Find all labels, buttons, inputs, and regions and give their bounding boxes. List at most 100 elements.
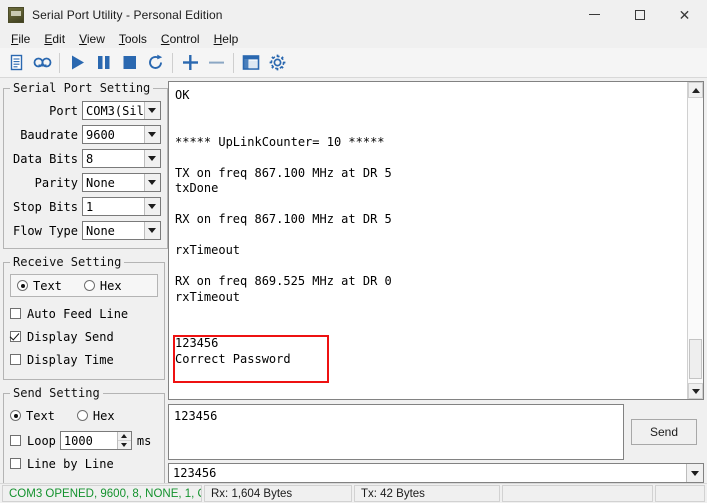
loop-row: Loop 1000 ms — [10, 430, 158, 451]
send-history-dropdown-arrow[interactable] — [686, 464, 703, 482]
record-tape-button[interactable] — [29, 50, 55, 76]
display-time-checkbox[interactable]: Display Time — [10, 349, 158, 370]
minimize-button[interactable] — [572, 0, 617, 29]
send-setting-title: Send Setting — [13, 386, 100, 400]
scroll-track[interactable] — [688, 98, 703, 383]
new-file-icon — [10, 54, 22, 71]
scroll-up-button[interactable] — [688, 82, 703, 98]
parity-dropdown-arrow[interactable] — [143, 174, 160, 191]
parity-select[interactable]: None — [82, 173, 161, 192]
databits-row: Data Bits 8 — [10, 148, 161, 169]
send-text-label: Text — [26, 408, 55, 423]
stepper-down-button[interactable] — [117, 440, 131, 449]
chevron-down-icon — [148, 204, 157, 209]
menu-control[interactable]: Control — [154, 31, 207, 47]
scroll-down-button[interactable] — [688, 383, 703, 399]
terminal-area: OK ***** UpLinkCounter= 10 ***** TX on f… — [168, 81, 704, 483]
stopbits-select[interactable]: 1 — [82, 197, 161, 216]
baudrate-row: Baudrate 9600 — [10, 124, 161, 145]
stopbits-dropdown-arrow[interactable] — [143, 198, 160, 215]
toolbar-separator-1 — [59, 52, 60, 73]
radio-on-icon — [10, 410, 21, 421]
plus-icon — [182, 55, 198, 70]
app-icon — [8, 6, 24, 23]
checkbox-off-icon — [10, 308, 21, 319]
status-tx-bytes: Tx: 42 Bytes — [354, 485, 500, 502]
stopbits-row: Stop Bits 1 — [10, 196, 161, 217]
receive-text-label: Text — [33, 278, 62, 293]
stop-icon — [123, 56, 136, 69]
loop-unit-label: ms — [136, 433, 152, 448]
receive-hex-label: Hex — [99, 278, 122, 293]
minus-icon — [208, 61, 224, 64]
new-file-button[interactable] — [3, 50, 29, 76]
send-hex-radio[interactable]: Hex — [76, 409, 115, 423]
menu-view[interactable]: View — [72, 31, 112, 47]
port-dropdown-arrow[interactable] — [143, 102, 160, 119]
receive-scrollbar[interactable] — [687, 82, 703, 399]
remove-button[interactable] — [203, 50, 229, 76]
loop-checkbox[interactable] — [10, 435, 21, 446]
port-row: Port COM3(Sil — [10, 100, 161, 121]
chevron-down-icon — [691, 470, 699, 476]
menu-help[interactable]: Help — [207, 31, 246, 47]
refresh-button[interactable] — [142, 50, 168, 76]
stepper-up-button[interactable] — [117, 432, 131, 441]
baudrate-select[interactable]: 9600 — [82, 125, 161, 144]
menu-edit[interactable]: Edit — [37, 31, 72, 47]
display-send-checkbox[interactable]: Display Send — [10, 326, 158, 347]
send-format-options: Text Hex — [10, 405, 158, 426]
gear-icon — [269, 54, 285, 71]
baudrate-value: 9600 — [86, 127, 115, 142]
receive-view: OK ***** UpLinkCounter= 10 ***** TX on f… — [168, 81, 704, 400]
caret-down-icon — [691, 388, 700, 394]
flowtype-row: Flow Type None — [10, 220, 161, 241]
send-button[interactable]: Send — [631, 419, 697, 445]
menu-file[interactable]: File — [4, 31, 37, 47]
serial-port-utility-window: Serial Port Utility - Personal Edition ✕… — [0, 0, 707, 503]
line-by-line-checkbox[interactable]: Line by Line — [10, 453, 158, 474]
titlebar: Serial Port Utility - Personal Edition ✕ — [0, 0, 707, 29]
layout-button[interactable] — [238, 50, 264, 76]
loop-stepper-buttons[interactable] — [116, 432, 131, 449]
checkbox-off-icon — [10, 458, 21, 469]
scroll-thumb[interactable] — [689, 339, 702, 379]
auto-feed-line-checkbox[interactable]: Auto Feed Line — [10, 303, 158, 324]
checkbox-off-icon — [10, 354, 21, 365]
maximize-icon — [634, 9, 645, 20]
menubar: File Edit View Tools Control Help — [0, 29, 707, 48]
receive-hex-radio[interactable]: Hex — [83, 278, 122, 293]
flowtype-value: None — [86, 223, 115, 238]
refresh-icon — [148, 54, 162, 69]
menu-help-accel: H — [213, 31, 223, 46]
start-button[interactable] — [64, 50, 90, 76]
stop-button[interactable] — [116, 50, 142, 76]
menu-file-label: ile — [18, 31, 31, 46]
maximize-button[interactable] — [617, 0, 662, 29]
close-icon: ✕ — [678, 6, 691, 23]
receive-text-radio[interactable]: Text — [17, 279, 62, 293]
close-button[interactable]: ✕ — [662, 0, 707, 29]
menu-tools[interactable]: Tools — [112, 31, 154, 47]
flowtype-select[interactable]: None — [82, 221, 161, 240]
flowtype-dropdown-arrow[interactable] — [143, 222, 160, 239]
loop-interval-stepper[interactable]: 1000 — [59, 431, 132, 450]
toolbar-separator-2 — [172, 52, 173, 73]
send-text-radio[interactable]: Text — [10, 409, 55, 423]
port-value: COM3(Sil — [86, 103, 144, 118]
send-input[interactable]: 123456 — [168, 404, 624, 460]
radio-on-icon — [17, 280, 28, 291]
status-rx-bytes: Rx: 1,604 Bytes — [204, 485, 352, 502]
receive-text[interactable]: OK ***** UpLinkCounter= 10 ***** TX on f… — [169, 82, 687, 399]
databits-select[interactable]: 8 — [82, 149, 161, 168]
loop-label: Loop — [27, 433, 56, 448]
pause-button[interactable] — [90, 50, 116, 76]
baudrate-label: Baudrate — [20, 127, 78, 142]
settings-button[interactable] — [264, 50, 290, 76]
menu-edit-label: dit — [52, 31, 66, 46]
baudrate-dropdown-arrow[interactable] — [143, 126, 160, 143]
add-button[interactable] — [177, 50, 203, 76]
port-select[interactable]: COM3(Sil — [82, 101, 161, 120]
send-history-select[interactable]: 123456 — [168, 463, 704, 483]
databits-dropdown-arrow[interactable] — [143, 150, 160, 167]
